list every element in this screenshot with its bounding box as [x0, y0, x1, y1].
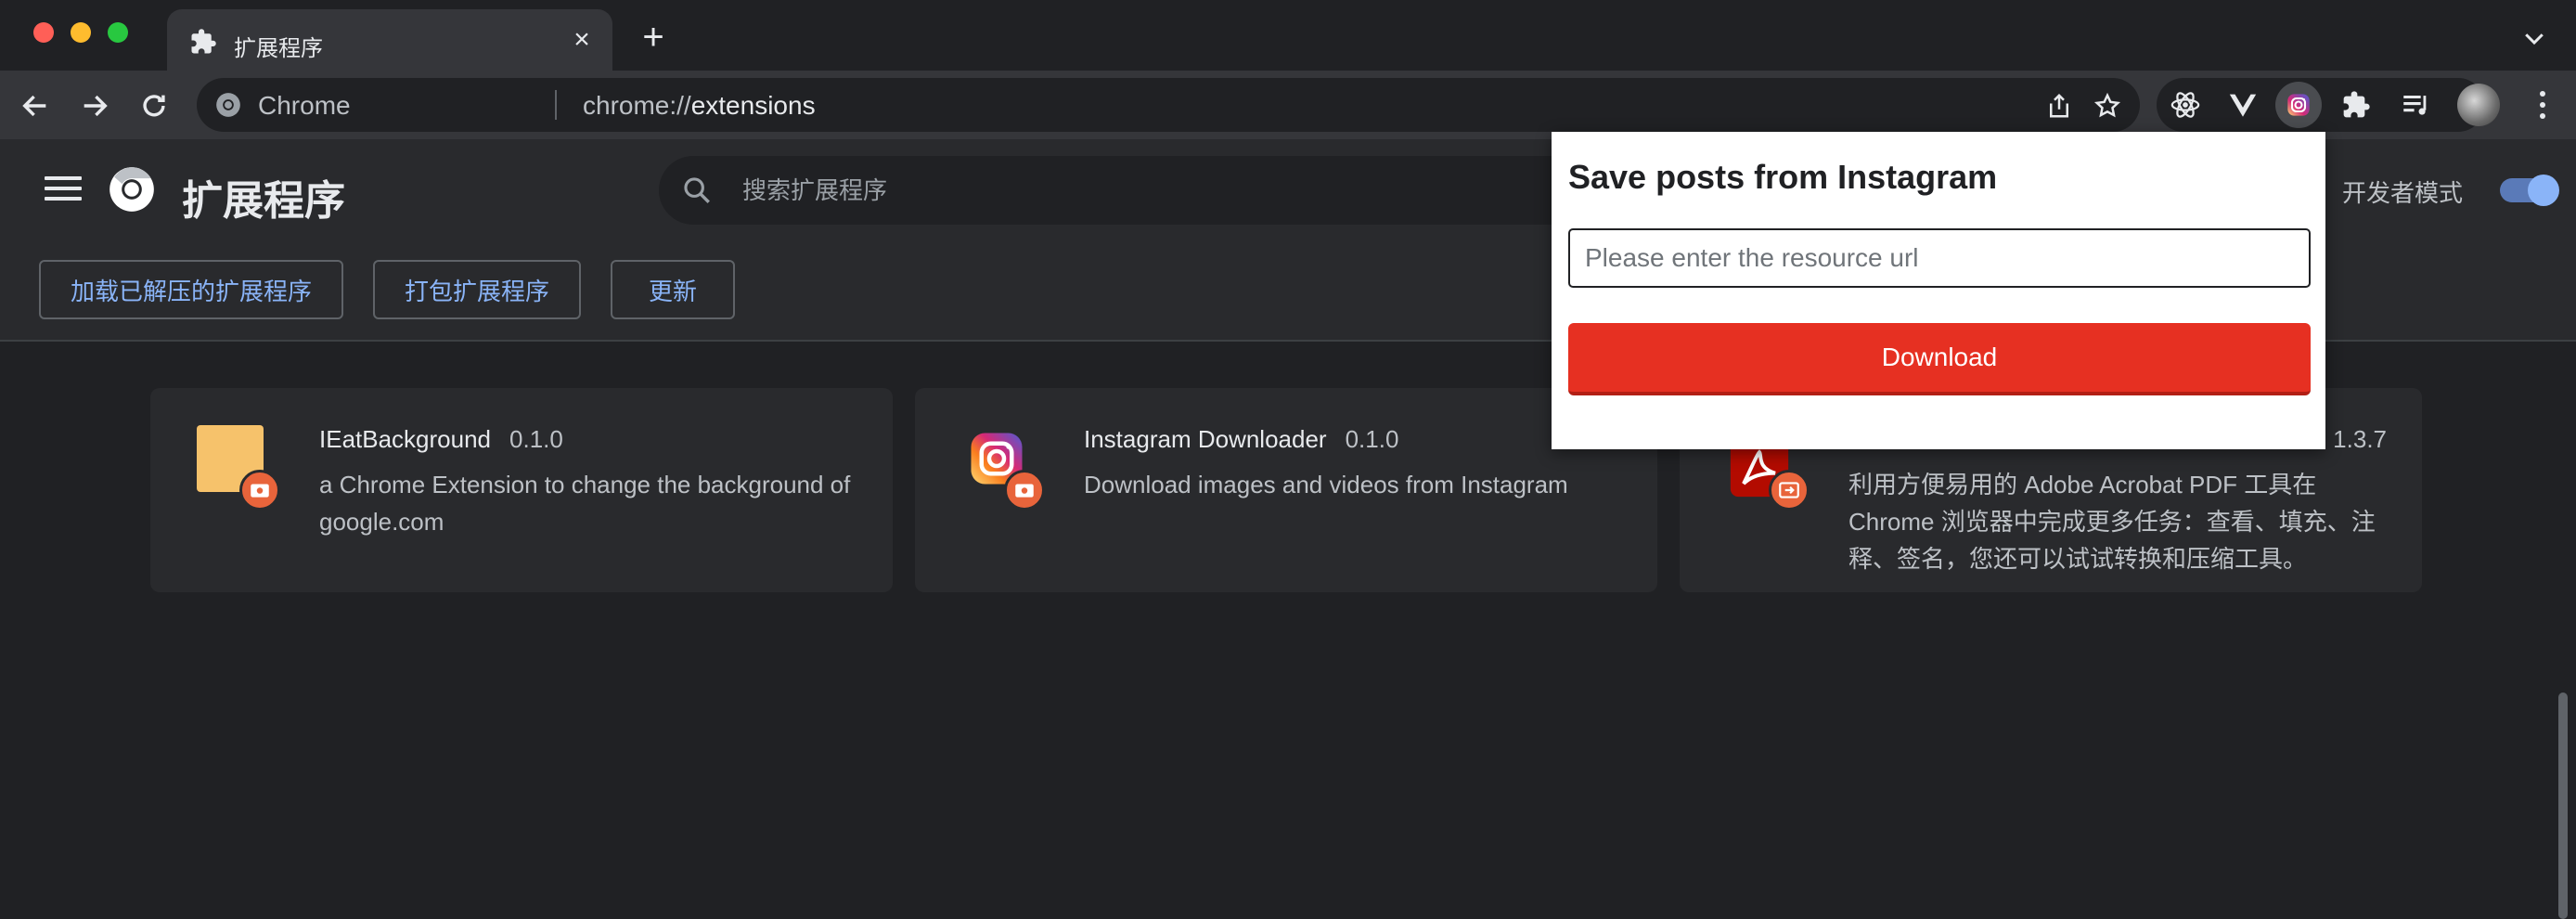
- star-icon: [2093, 92, 2121, 118]
- reload-button[interactable]: [134, 85, 174, 126]
- unpacked-badge-icon: [1004, 470, 1045, 511]
- share-button[interactable]: [2043, 90, 2075, 122]
- unpacked-badge-icon: [1769, 470, 1810, 511]
- instagram-icon: [2287, 94, 2310, 116]
- arrow-right-icon: [84, 95, 108, 117]
- site-name: Chrome: [258, 91, 351, 120]
- developer-mode-toggle[interactable]: [2500, 175, 2559, 206]
- bookmark-button[interactable]: [2092, 90, 2123, 122]
- unpacked-badge-icon: [239, 470, 280, 511]
- extension-version: 0.1.0: [509, 425, 563, 453]
- arrow-left-icon: [22, 95, 46, 117]
- extension-card: IEatBackground 0.1.0 a Chrome Extension t…: [150, 388, 893, 592]
- vue-icon: [2229, 94, 2257, 117]
- extension-toolbar: [2157, 78, 2485, 132]
- search-icon: [684, 177, 710, 203]
- extension-description: 利用方便易用的 Adobe Acrobat PDF 工具在 Chrome 浏览器…: [1848, 471, 2376, 573]
- extension-version: 0.1.0: [1345, 425, 1399, 453]
- puzzle-icon: [191, 29, 216, 54]
- developer-mode-label: 开发者模式: [2342, 179, 2464, 207]
- share-icon: [2050, 93, 2068, 118]
- extension-name-row: IEatBackground 0.1.0: [319, 425, 563, 454]
- pack-extension-button[interactable]: 打包扩展程序: [373, 260, 581, 319]
- minimize-window-button[interactable]: [71, 22, 91, 43]
- chrome-site-icon: [216, 93, 240, 117]
- search-bar: [659, 156, 1587, 225]
- vue-devtools-button[interactable]: [2220, 82, 2266, 128]
- url-text: chrome://extensions: [583, 91, 816, 120]
- reload-icon: [143, 95, 165, 117]
- menu-icon[interactable]: [45, 176, 82, 204]
- tab-strip: 扩展程序 × +: [0, 0, 2576, 71]
- popup-title: Save posts from Instagram: [1568, 158, 1998, 196]
- address-bar[interactable]: Chrome chrome://extensions: [197, 78, 2140, 132]
- media-controls-button[interactable]: [2392, 82, 2439, 128]
- maximize-window-button[interactable]: [108, 22, 128, 43]
- instagram-downloader-button[interactable]: [2275, 82, 2322, 128]
- new-tab-button[interactable]: +: [635, 17, 672, 58]
- search-input[interactable]: [741, 156, 1557, 225]
- puzzle-icon: [2343, 91, 2370, 118]
- toggle-knob: [2528, 175, 2559, 206]
- extension-card: Instagram Downloader 0.1.0 Download image…: [915, 388, 1657, 592]
- close-window-button[interactable]: [33, 22, 54, 43]
- download-button[interactable]: Download: [1568, 323, 2311, 395]
- back-button[interactable]: [15, 85, 56, 126]
- react-icon: [2170, 92, 2200, 118]
- extension-description: a Chrome Extension to change the backgro…: [319, 471, 851, 536]
- chrome-logo-icon: [109, 167, 154, 212]
- scrollbar-thumb[interactable]: [2558, 692, 2568, 919]
- playlist-icon: [2403, 95, 2427, 115]
- extension-version: 1.3.7: [2333, 425, 2387, 453]
- browser-toolbar: Chrome chrome://extensions: [0, 71, 2576, 139]
- extensions-menu-button[interactable]: [2333, 82, 2379, 128]
- tab-extensions[interactable]: 扩展程序 ×: [167, 9, 612, 71]
- extension-description: Download images and videos from Instagra…: [1084, 471, 1568, 498]
- page-scrollbar[interactable]: [2556, 689, 2570, 919]
- tab-title: 扩展程序: [234, 36, 323, 61]
- chevron-down-icon[interactable]: [2520, 24, 2548, 52]
- extension-name-row: Instagram Downloader 0.1.0: [1084, 425, 1398, 454]
- load-unpacked-button[interactable]: 加载已解压的扩展程序: [39, 260, 343, 319]
- profile-avatar[interactable]: [2457, 84, 2500, 126]
- forward-button[interactable]: [74, 85, 115, 126]
- extension-name: IEatBackground: [319, 425, 492, 453]
- extension-name: Instagram Downloader: [1084, 425, 1327, 453]
- update-button[interactable]: 更新: [611, 260, 735, 319]
- tab-close-icon[interactable]: ×: [566, 24, 598, 56]
- divider: [555, 90, 557, 120]
- react-devtools-button[interactable]: [2162, 82, 2209, 128]
- instagram-downloader-popup: Save posts from Instagram Download: [1552, 132, 2325, 449]
- chrome-menu-button[interactable]: [2524, 84, 2561, 126]
- resource-url-input[interactable]: [1568, 228, 2311, 288]
- page-title: 扩展程序: [182, 178, 345, 224]
